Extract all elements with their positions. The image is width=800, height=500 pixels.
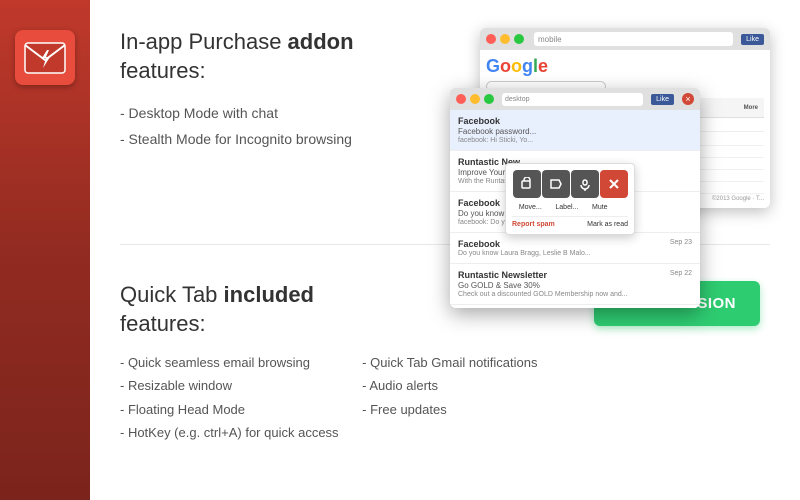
- minimize-btn-front[interactable]: [470, 94, 480, 104]
- maximize-btn-front[interactable]: [484, 94, 494, 104]
- feature-floating: - Floating Head Mode: [120, 401, 352, 419]
- context-menu-icons: [512, 170, 628, 198]
- close-btn[interactable]: [486, 34, 496, 44]
- address-bar-back[interactable]: mobile: [534, 32, 733, 46]
- like-btn-back[interactable]: Like: [741, 34, 764, 45]
- screenshots-area: mobile Like Google Gmail ▾ COMPOSE More: [450, 28, 770, 228]
- feature-notifications: - Quick Tab Gmail notifications: [362, 354, 594, 372]
- mute-label[interactable]: Mute: [592, 204, 608, 211]
- top-heading-suffix: features:: [120, 58, 206, 83]
- context-menu: Move... Label... Mute Report spam Mark a…: [505, 163, 635, 235]
- top-heading-bold: addon: [288, 29, 354, 54]
- address-bar-front[interactable]: desktop: [502, 93, 643, 106]
- close-context-icon[interactable]: [600, 170, 628, 198]
- top-heading-normal: In-app Purchase: [120, 29, 288, 54]
- context-menu-bottom: Report spam Mark as read: [512, 216, 628, 228]
- addon-feature-1: - Desktop Mode with chat: [120, 103, 430, 124]
- included-features-list: - Quick seamless email browsing - Resiza…: [120, 354, 594, 442]
- addon-feature-2: - Stealth Mode for Incognito browsing: [120, 129, 430, 150]
- bottom-heading-bold: included: [224, 282, 314, 307]
- back-titlebar: mobile Like: [480, 28, 770, 50]
- bottom-heading-normal: Quick Tab: [120, 282, 224, 307]
- list-item[interactable]: Facebook Facebook password... facebook: …: [450, 110, 700, 151]
- sidebar: [0, 0, 90, 500]
- report-spam-label[interactable]: Report spam: [512, 221, 555, 228]
- top-section: In-app Purchase addon features: - Deskto…: [120, 28, 770, 228]
- move-icon[interactable]: [513, 170, 541, 198]
- feature-resizable: - Resizable window: [120, 377, 352, 395]
- like-btn-front[interactable]: Like: [651, 94, 674, 105]
- screenshot-front: desktop Like × Facebook Facebook passwor…: [450, 88, 700, 308]
- minimize-btn[interactable]: [500, 34, 510, 44]
- context-menu-action-labels: Move... Label... Mute: [512, 204, 628, 211]
- mail-icon: [24, 42, 66, 74]
- top-left-content: In-app Purchase addon features: - Deskto…: [120, 28, 450, 155]
- more-label[interactable]: More: [744, 105, 758, 111]
- front-titlebar: desktop Like ×: [450, 88, 700, 110]
- top-heading: In-app Purchase addon features:: [120, 28, 430, 85]
- bottom-heading-suffix: features:: [120, 311, 206, 336]
- list-item[interactable]: Facebook Sep 23 Do you know Laura Bragg,…: [450, 233, 700, 264]
- close-btn-front[interactable]: [456, 94, 466, 104]
- mute-icon[interactable]: [571, 170, 599, 198]
- move-label[interactable]: Move...: [519, 204, 542, 211]
- addon-features-list: - Desktop Mode with chat - Stealth Mode …: [120, 103, 430, 150]
- google-logo: Google: [486, 56, 764, 77]
- feature-updates: - Free updates: [362, 401, 594, 419]
- main-content: In-app Purchase addon features: - Deskto…: [90, 0, 800, 500]
- feature-audio: - Audio alerts: [362, 377, 594, 395]
- maximize-btn[interactable]: [514, 34, 524, 44]
- mail-icon-wrap: [15, 30, 75, 85]
- label-icon[interactable]: [542, 170, 570, 198]
- list-item[interactable]: Runtastic Newsletter Sep 22 Go GOLD & Sa…: [450, 264, 700, 305]
- label-label[interactable]: Label...: [555, 204, 578, 211]
- close-icon-front[interactable]: ×: [682, 93, 694, 105]
- list-item[interactable]: Runtastic Newsletter Sep 18 Order the Ru…: [450, 305, 700, 308]
- feature-seamless: - Quick seamless email browsing: [120, 354, 352, 372]
- mark-as-read-label[interactable]: Mark as read: [587, 221, 628, 228]
- feature-hotkey: - HotKey (e.g. ctrl+A) for quick access: [120, 424, 352, 442]
